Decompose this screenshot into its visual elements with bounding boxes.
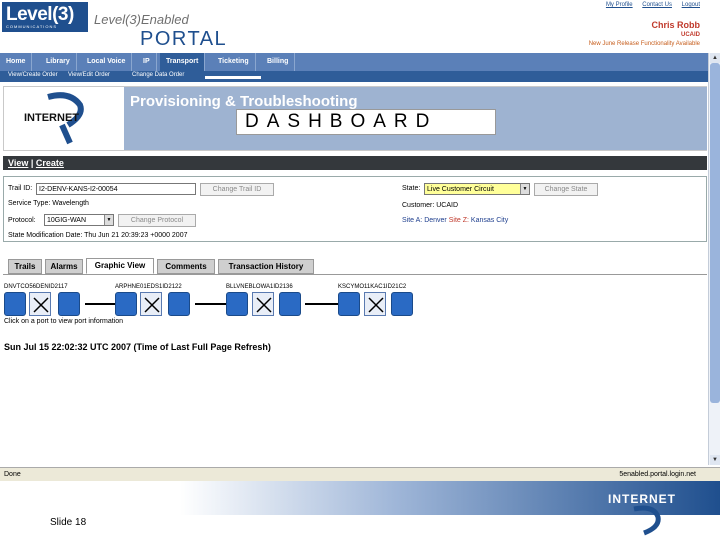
nav-ticketing[interactable]: Ticketing	[212, 53, 256, 71]
slide-footer: Slide 18 INTERNET	[0, 481, 720, 540]
service-type: Service Type: Wavelength	[8, 200, 89, 207]
vertical-scrollbar[interactable]: ▲ ▼	[708, 53, 720, 465]
state-label: State:	[402, 185, 421, 192]
browser-status-bar: Done 5enabled.portal.login.net	[0, 467, 720, 481]
chevron-down-icon: ▼	[520, 184, 529, 194]
view-create-separator: |	[30, 158, 34, 168]
trail-id-input[interactable]: I2-DENV-KANS-I2-00054	[36, 183, 196, 195]
port-hint: Click on a port to view port information	[4, 318, 124, 325]
dashboard-label: DASHBOARD	[236, 109, 496, 135]
sub-nav: View/Create Order View/Edit Order Change…	[0, 71, 715, 82]
link-1	[85, 303, 115, 305]
state-value: Live Customer Circuit	[427, 186, 494, 193]
nav-local-voice[interactable]: Local Voice	[81, 53, 133, 71]
view-link[interactable]: View	[8, 158, 28, 168]
cross-connect-icon	[29, 292, 51, 316]
node-label-denver: DNVTCO56DENID2117	[4, 284, 68, 290]
nav-ip[interactable]: IP	[137, 53, 157, 71]
cross-connect-icon	[252, 292, 274, 316]
logo-subtext: COMMUNICATIONS	[6, 24, 58, 29]
tab-comments[interactable]: Comments	[157, 259, 215, 274]
change-trail-id-button[interactable]: Change Trail ID	[200, 183, 274, 196]
subnav-view-create-order[interactable]: View/Create Order	[8, 72, 58, 78]
create-link[interactable]: Create	[36, 158, 64, 168]
tab-trails[interactable]: Trails	[8, 259, 42, 274]
site-a-label: Site A:	[402, 217, 423, 224]
nav-home[interactable]: Home	[0, 53, 33, 71]
site-a-value: Denver	[424, 217, 447, 224]
port-node[interactable]	[115, 292, 137, 316]
port-node[interactable]	[4, 292, 26, 316]
last-refresh-time: Sun Jul 15 22:02:32 UTC 2007 (Time of La…	[4, 342, 271, 352]
change-protocol-button[interactable]: Change Protocol	[118, 214, 196, 227]
release-note-link[interactable]: New June Release Functionality Available	[589, 41, 700, 47]
internet2-logo: INTERNET	[24, 92, 84, 145]
nav-library[interactable]: Library	[40, 53, 77, 71]
port-node[interactable]	[58, 292, 80, 316]
node-label-arphne: ARPHNE01EDS1ID2122	[115, 284, 182, 290]
portal-text: PORTAL	[140, 28, 228, 50]
contact-us-link[interactable]: Contact Us	[642, 2, 672, 8]
internet2-footer-logo: INTERNET	[608, 492, 676, 536]
status-done: Done	[4, 471, 21, 478]
state-select[interactable]: Live Customer Circuit ▼	[424, 183, 530, 195]
banner-title: Provisioning & Troubleshooting	[130, 93, 358, 110]
banner-blue-panel: Provisioning & Troubleshooting DASHBOARD	[124, 87, 707, 150]
main-nav: Home Library Local Voice IP Transport Ti…	[0, 53, 715, 71]
site-z-value: Kansas City	[470, 217, 509, 224]
customer: Customer: UCAID	[402, 202, 459, 209]
protocol-label: Protocol:	[8, 217, 36, 224]
trail-info-panel: Trail ID: I2-DENV-KANS-I2-00054 Change T…	[3, 176, 707, 242]
tab-graphic-view[interactable]: Graphic View	[86, 258, 154, 274]
slide-number: Slide 18	[50, 517, 87, 528]
detail-tabs: Trails Alarms Graphic View Comments Tran…	[3, 258, 707, 274]
site-z-label: Site Z:	[448, 217, 469, 224]
subnav-view-edit-order[interactable]: View/Edit Order	[68, 72, 110, 78]
port-node[interactable]	[168, 292, 190, 316]
site-row: Site A: Denver Site Z: Kansas City	[402, 217, 508, 224]
tab-transaction-history[interactable]: Transaction History	[218, 259, 314, 274]
scroll-up-icon[interactable]: ▲	[710, 53, 720, 63]
footer-logo-text: INTERNET	[608, 492, 676, 506]
subnav-indicator	[205, 76, 261, 79]
portal-header: Level(3) COMMUNICATIONS Level(3)Enabled P…	[0, 0, 720, 53]
change-state-button[interactable]: Change State	[534, 183, 598, 196]
port-node[interactable]	[279, 292, 301, 316]
subnav-change-data-order[interactable]: Change Data Order	[132, 72, 184, 78]
logo-text: Level(3)	[6, 4, 74, 25]
port-node[interactable]	[226, 292, 248, 316]
node-label-kscymo: KSCYMO11KAC1ID21C2	[338, 284, 407, 290]
nav-billing[interactable]: Billing	[261, 53, 296, 71]
link-2	[195, 303, 227, 305]
chevron-down-icon: ▼	[104, 215, 113, 225]
logout-link[interactable]: Logout	[682, 2, 700, 8]
link-3	[305, 303, 339, 305]
tab-alarms[interactable]: Alarms	[45, 259, 83, 274]
status-url: 5enabled.portal.login.net	[619, 471, 696, 478]
trail-id-label: Trail ID:	[8, 185, 33, 192]
scrollbar-thumb[interactable]	[710, 63, 720, 403]
scroll-down-icon[interactable]: ▼	[710, 455, 720, 465]
my-profile-link[interactable]: My Profile	[606, 2, 633, 8]
banner-logo-text: INTERNET	[24, 112, 79, 124]
port-node[interactable]	[338, 292, 360, 316]
user-name: Chris Robb	[651, 20, 701, 30]
protocol-value: 10GIG-WAN	[47, 217, 87, 224]
view-create-bar: View | Create	[3, 156, 707, 170]
state-modification-date: State Modification Date: Thu Jun 21 20:3…	[8, 232, 188, 239]
tab-divider	[3, 274, 707, 275]
user-org: UCAID	[681, 32, 700, 38]
enabled-text: Level(3)Enabled	[94, 12, 189, 27]
cross-connect-icon	[140, 292, 162, 316]
dashboard-banner: INTERNET Provisioning & Troubleshooting …	[3, 86, 707, 151]
nav-transport[interactable]: Transport	[160, 53, 206, 71]
port-node[interactable]	[391, 292, 413, 316]
node-label-bllvne: BLLVNEBLOWA1ID2136	[226, 284, 293, 290]
level3-logo[interactable]: Level(3) COMMUNICATIONS	[2, 2, 88, 32]
cross-connect-icon	[364, 292, 386, 316]
protocol-select[interactable]: 10GIG-WAN ▼	[44, 214, 114, 226]
user-info: Chris Robb UCAID New June Release Functi…	[589, 20, 700, 47]
top-links: My Profile Contact Us Logout	[598, 2, 700, 8]
